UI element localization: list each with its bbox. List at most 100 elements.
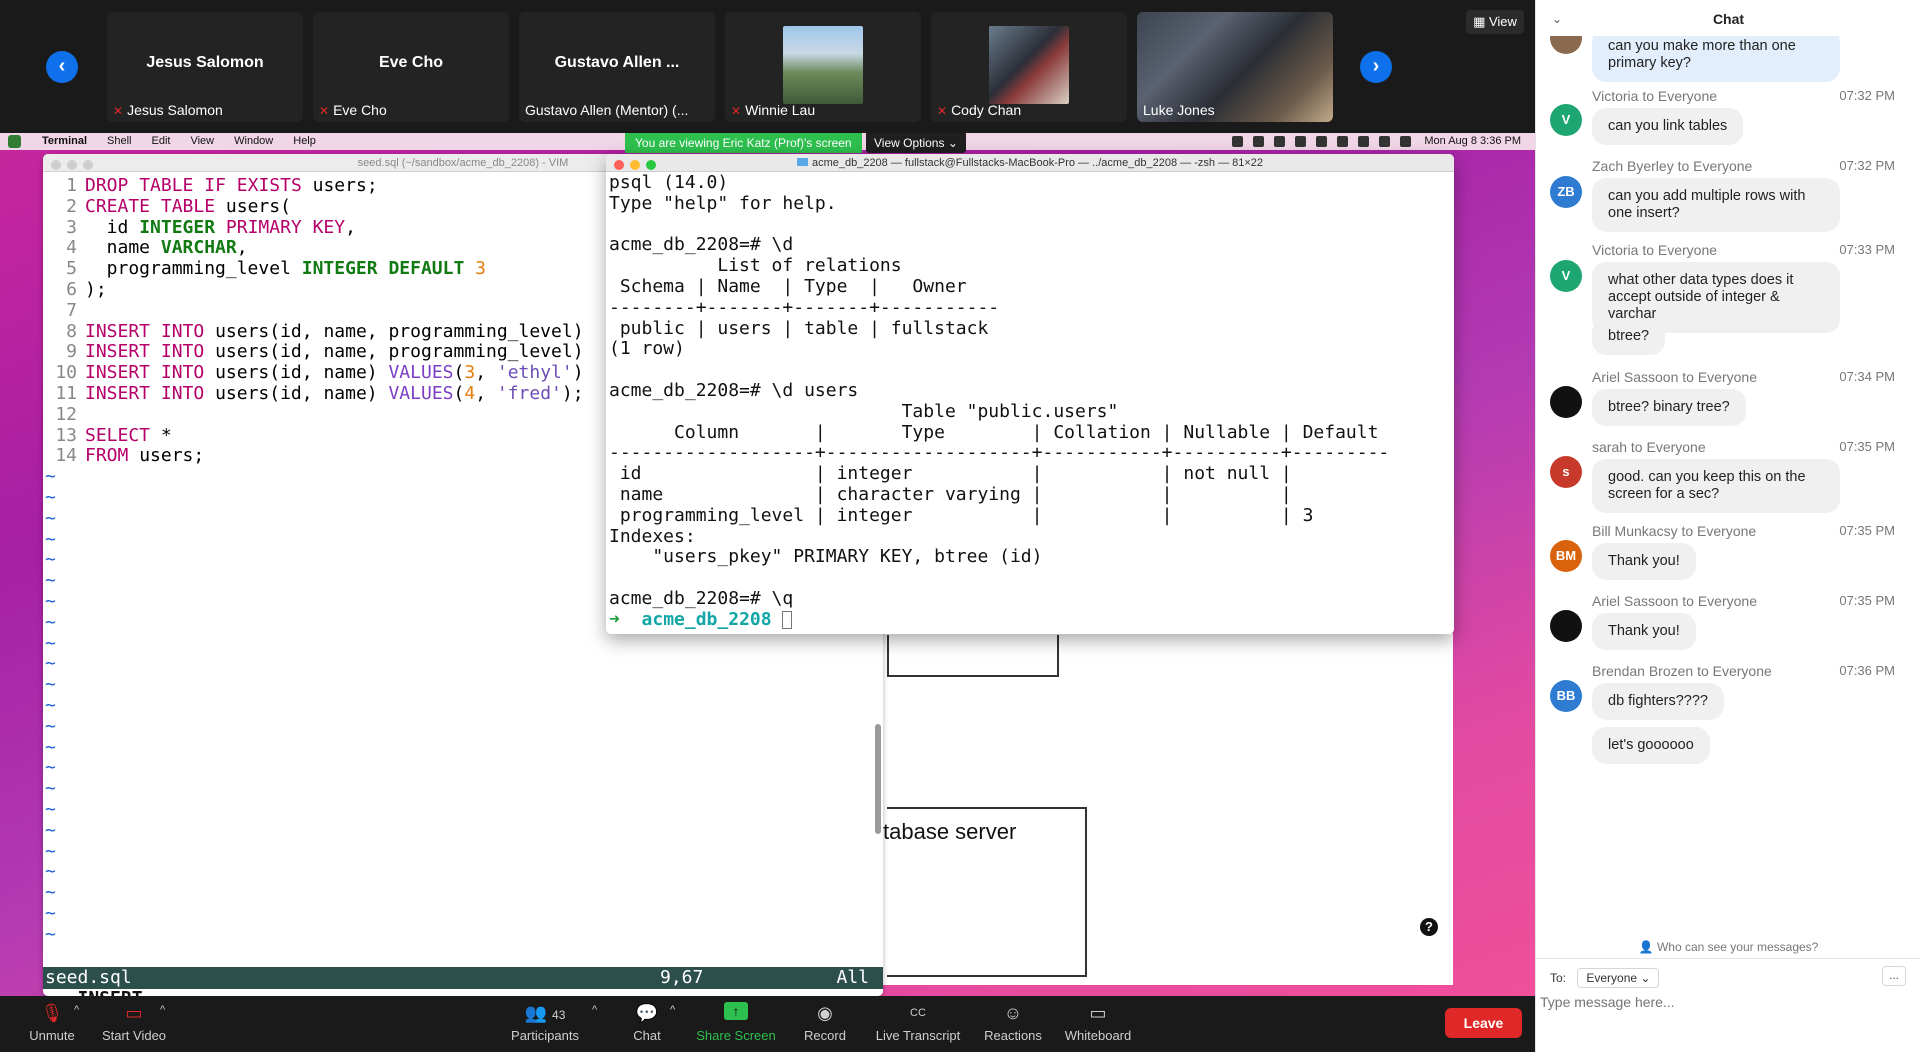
participant-tile[interactable]: Jesus Salomon ✕ Jesus Salomon <box>107 12 303 122</box>
participant-name: Winnie Lau <box>745 102 816 118</box>
avatar[interactable]: BB <box>1550 680 1582 712</box>
terminal-window[interactable]: acme_db_2208 — fullstack@Fullstacks-MacB… <box>606 154 1454 634</box>
recipient-select[interactable]: Everyone ⌄ <box>1577 968 1660 988</box>
close-icon[interactable] <box>614 160 624 170</box>
terminal-titlebar: acme_db_2208 — fullstack@Fullstacks-MacB… <box>606 154 1454 172</box>
avatar[interactable] <box>1550 386 1582 418</box>
participant-tile[interactable]: ✕ Cody Chan <box>931 12 1127 122</box>
chat-header: ⌄ Chat <box>1536 0 1920 36</box>
chat-message-input[interactable] <box>1540 990 1910 1014</box>
chevron-up-icon[interactable]: ^ <box>670 1004 675 1016</box>
terminal-cursor <box>782 610 793 629</box>
message-bubble[interactable]: can you link tables <box>1592 108 1744 145</box>
empty-line-marker: ~ <box>45 882 56 904</box>
help-icon[interactable]: ? <box>1420 918 1438 936</box>
reactions-icon: ☺ <box>1003 1003 1023 1023</box>
zoom-icon[interactable] <box>83 160 93 170</box>
message-bubble[interactable]: can you make more than one primary key? <box>1592 36 1840 82</box>
who-can-see-label: Who can see your messages? <box>1656 940 1819 954</box>
participant-display-name: Eve Cho <box>378 54 443 71</box>
message-sender: Ariel Sassoon to Everyone <box>1592 593 1757 609</box>
menu-help[interactable]: Help <box>293 135 316 147</box>
empty-line-marker: ~ <box>45 715 56 737</box>
line-number: 13 <box>55 424 77 446</box>
who-can-see-link[interactable]: 👤 Who can see your messages? <box>1536 940 1920 954</box>
chevron-up-icon[interactable]: ^ <box>160 1004 165 1016</box>
terminal-output[interactable]: psql (14.0) Type "help" for help. acme_d… <box>606 172 1454 631</box>
view-options-button[interactable]: View Options ⌄ <box>866 133 966 153</box>
share-screen-button[interactable]: ↑ Share Screen <box>694 1002 778 1048</box>
message-bubble[interactable]: can you add multiple rows with one inser… <box>1592 178 1840 232</box>
participant-name: Jesus Salomon <box>127 102 223 118</box>
live-transcript-label: Live Transcript <box>875 1028 961 1043</box>
message-bubble[interactable]: let's goooooo <box>1592 727 1710 764</box>
participant-strip: ‹ Jesus Salomon ✕ Jesus Salomon Eve Cho ✕… <box>0 0 1535 133</box>
line-number: 9 <box>66 341 77 363</box>
leave-button[interactable]: Leave <box>1445 1008 1522 1038</box>
avatar[interactable] <box>1550 610 1582 642</box>
whiteboard-icon: ▭ <box>1089 1003 1107 1023</box>
participant-name: Cody Chan <box>951 102 1022 118</box>
avatar[interactable]: s <box>1550 456 1582 488</box>
line-number: 3 <box>66 216 77 238</box>
chat-panel: ⌄ Chat can you make more than one primar… <box>1535 0 1920 1052</box>
participant-tile[interactable]: Gustavo Allen ... Gustavo Allen (Mentor)… <box>519 12 715 122</box>
participant-label: Gustavo Allen (Mentor) (... <box>525 102 688 118</box>
participant-tile[interactable]: ✕ Winnie Lau <box>725 12 921 122</box>
record-label: Record <box>804 1028 846 1043</box>
participant-label: ✕ Winnie Lau <box>731 102 815 118</box>
prompt-arrow: ➜ <box>609 608 620 630</box>
message-sender: sarah to Everyone <box>1592 439 1706 455</box>
view-button[interactable]: ▦ View <box>1466 10 1524 34</box>
participant-tile-video[interactable]: Luke Jones <box>1137 12 1333 122</box>
status-icon <box>1253 135 1265 147</box>
message-bubble[interactable]: btree? <box>1592 318 1666 355</box>
avatar[interactable]: ZB <box>1550 176 1582 208</box>
scroll-thumb[interactable] <box>875 724 881 834</box>
menu-window[interactable]: Window <box>234 135 273 147</box>
prev-page-arrow-icon[interactable]: ‹ <box>46 51 78 83</box>
meeting-toolbar: 🎙 Unmute ^ ▭ Start Video ^ 👥 43 Participant… <box>0 996 1535 1052</box>
more-options-button[interactable]: ... <box>1882 966 1906 986</box>
menu-terminal[interactable]: Terminal <box>42 135 87 147</box>
empty-line-marker: ~ <box>45 798 56 820</box>
whiteboard-button[interactable]: ▭ Whiteboard <box>1062 1002 1134 1048</box>
message-bubble[interactable]: db fighters???? <box>1592 683 1724 720</box>
message-bubble[interactable]: Thank you! <box>1592 613 1696 650</box>
minimize-icon[interactable] <box>67 160 77 170</box>
menu-shell[interactable]: Shell <box>107 135 131 147</box>
chat-message-list[interactable]: can you make more than one primary key? V… <box>1536 36 1920 936</box>
chevron-down-icon[interactable]: ⌄ <box>1552 0 1562 38</box>
participants-button[interactable]: 👥 43 Participants <box>505 1002 585 1048</box>
chevron-up-icon[interactable]: ^ <box>592 1004 597 1016</box>
record-button[interactable]: ◉ Record <box>802 1002 848 1048</box>
live-transcript-button[interactable]: CC Live Transcript <box>872 1002 964 1048</box>
whiteboard-label: Whiteboard <box>1064 1028 1132 1043</box>
menu-view[interactable]: View <box>190 135 214 147</box>
reactions-button[interactable]: ☺ Reactions <box>982 1002 1044 1048</box>
minimize-icon[interactable] <box>630 160 640 170</box>
unmute-label: Unmute <box>29 1028 75 1043</box>
participant-tile[interactable]: Eve Cho ✕ Eve Cho <box>313 12 509 122</box>
chevron-up-icon[interactable]: ^ <box>74 1004 79 1016</box>
diagram-label: tabase server <box>883 819 1017 844</box>
close-icon[interactable] <box>51 160 61 170</box>
shared-screen: Terminal Shell Edit View Window Help Mon Aug … <box>0 133 1535 996</box>
message-bubble[interactable]: good. can you keep this on the screen fo… <box>1592 459 1840 513</box>
app-shield-icon <box>8 135 21 148</box>
avatar[interactable] <box>1550 36 1582 54</box>
chat-button[interactable]: 💬 Chat <box>626 1002 668 1048</box>
person-icon: 👤 <box>1638 940 1654 954</box>
status-cursor-position: 9,67 <box>660 967 704 988</box>
avatar[interactable]: BM <box>1550 540 1582 572</box>
message-bubble[interactable]: Thank you! <box>1592 543 1696 580</box>
avatar[interactable]: V <box>1550 104 1582 136</box>
chevron-down-icon: ⌄ <box>947 136 958 150</box>
menu-edit[interactable]: Edit <box>152 135 171 147</box>
zoom-icon[interactable] <box>646 160 656 170</box>
avatar[interactable]: V <box>1550 260 1582 292</box>
message-time: 07:36 PM <box>1839 663 1895 678</box>
message-bubble[interactable]: btree? binary tree? <box>1592 389 1746 426</box>
view-options-label: View Options <box>874 136 945 150</box>
next-page-arrow-icon[interactable]: › <box>1360 51 1392 83</box>
